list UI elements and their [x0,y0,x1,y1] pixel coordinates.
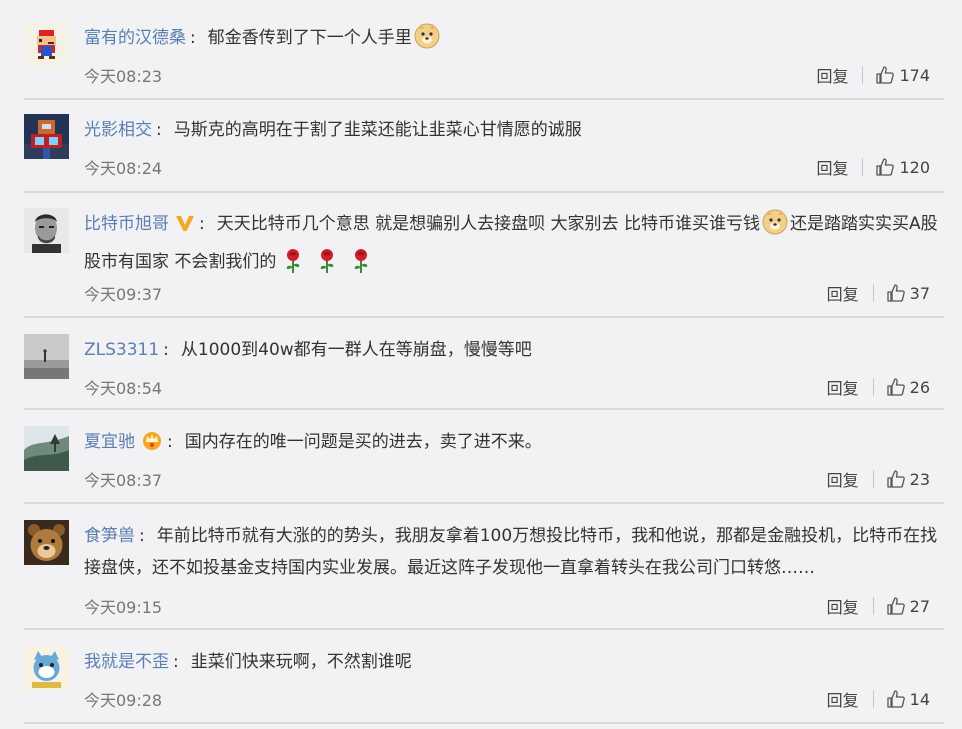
username-link[interactable]: 食笋兽 [84,526,135,546]
foggy-landscape-avatar-icon [24,334,69,379]
username-link[interactable]: 比特币旭哥 [84,214,169,234]
username-link[interactable]: 富有的汉德桑 [84,28,186,48]
thumbs-up-icon [886,689,906,709]
comment-content: 夏宜驰: 国内存在的唯一问题是买的进去，卖了进不来。 [84,426,942,461]
avatar[interactable] [24,646,69,691]
action-divider [872,597,874,615]
comment-content: 我就是不歪: 韭菜们快来玩啊，不然割谁呢 [84,652,412,672]
like-button[interactable]: 120 [875,157,930,177]
comment-text: 国内存在的唯一问题是买的进去，卖了进不来。 [184,432,542,452]
like-button[interactable]: 23 [886,469,930,489]
thumbs-up-icon [886,377,906,397]
like-button[interactable]: 14 [886,689,930,709]
comment-actions: 回复 23 [827,467,930,491]
comment-item: 我就是不歪: 韭菜们快来玩啊，不然割谁呢 今天09:28 回复 14 [0,632,962,724]
comment-item: ZLS3311: 从1000到40w都有一群人在等崩盘，慢慢等吧 今天08:54 … [0,320,962,410]
reply-button[interactable]: 回复 [827,594,859,618]
thumbs-up-icon [886,596,906,616]
doge-emoji-icon [762,209,788,246]
comment-time: 今天08:23 [84,67,163,86]
action-divider [862,66,864,84]
verified-v-icon [175,211,195,243]
like-count: 120 [899,157,930,177]
avatar[interactable] [24,22,69,67]
comment-content: 比特币旭哥: 天天比特币几个意思 就是想骗别人去接盘呗 大家别去 比特币谁买谁亏钱… [84,208,942,285]
rose-emoji-icon [316,248,338,285]
like-count: 23 [909,469,930,489]
robot-avatar-icon [24,114,69,159]
rose-emoji-icon [350,248,372,285]
action-divider [872,690,874,708]
like-button[interactable]: 26 [886,377,930,397]
crown-vip-icon [141,429,163,461]
comment-item: 比特币旭哥: 天天比特币几个意思 就是想骗别人去接盘呗 大家别去 比特币谁买谁亏钱… [0,195,962,318]
like-count: 27 [909,596,930,616]
comment-actions: 回复 37 [827,281,930,305]
avatar[interactable] [24,520,69,565]
thumbs-up-icon [875,157,895,177]
comment-text: 郁金香传到了下一个人手里 [207,28,412,48]
reply-button[interactable]: 回复 [827,687,859,711]
comment-actions: 回复 27 [827,594,930,618]
comment-content: 光影相交: 马斯克的高明在于割了韭菜还能让韭菜心甘情愿的诚服 [84,120,582,140]
username-link[interactable]: 光影相交 [84,120,152,140]
comment-actions: 回复 14 [827,687,930,711]
reply-button[interactable]: 回复 [827,375,859,399]
comment-time: 今天08:24 [84,159,163,178]
like-count: 26 [909,377,930,397]
reply-button[interactable]: 回复 [816,63,848,87]
portrait-avatar-icon [24,208,69,253]
bear-avatar-icon [24,520,69,565]
comment-time: 今天08:54 [84,379,163,398]
like-button[interactable]: 37 [886,283,930,303]
avatar[interactable] [24,334,69,379]
cartoon-cat-avatar-icon [24,646,69,691]
comment-time: 今天09:15 [84,598,163,617]
doge-emoji-icon [414,23,440,60]
comment-actions: 回复 120 [816,155,930,179]
comment-content: 富有的汉德桑: 郁金香传到了下一个人手里 [84,22,942,60]
comment-text: 从1000到40w都有一群人在等崩盘，慢慢等吧 [180,340,532,360]
thumbs-up-icon [886,283,906,303]
comment-item: 夏宜驰: 国内存在的唯一问题是买的进去，卖了进不来。 今天08:37 回复 23 [0,412,962,504]
username-link[interactable]: ZLS3311 [84,340,159,360]
mario-avatar-icon [24,22,69,67]
like-button[interactable]: 27 [886,596,930,616]
comment-text: 天天比特币几个意思 就是想骗别人去接盘呗 大家别去 比特币谁买谁亏钱 [216,214,760,234]
username-link[interactable]: 夏宜驰 [84,432,135,452]
reply-button[interactable]: 回复 [816,155,848,179]
like-count: 174 [899,65,930,85]
comment-time: 今天09:37 [84,285,163,304]
comment-time: 今天09:28 [84,691,163,710]
action-divider [862,158,864,176]
like-button[interactable]: 174 [875,65,930,85]
action-divider [872,284,874,302]
thumbs-up-icon [875,65,895,85]
like-count: 37 [909,283,930,303]
comment-content: 食笋兽: 年前比特币就有大涨的的势头，我朋友拿着100万想投比特币，我和他说，那都… [84,526,938,578]
action-divider [872,470,874,488]
action-divider [872,378,874,396]
comment-content: ZLS3311: 从1000到40w都有一群人在等崩盘，慢慢等吧 [84,340,532,360]
avatar[interactable] [24,114,69,159]
comment-item: 光影相交: 马斯克的高明在于割了韭菜还能让韭菜心甘情愿的诚服 今天08:24 回复… [0,102,962,193]
thumbs-up-icon [886,469,906,489]
comment-text: 韭菜们快来玩啊，不然割谁呢 [190,652,412,672]
comment-actions: 回复 174 [816,63,930,87]
forest-avatar-icon [24,426,69,471]
comment-item: 富有的汉德桑: 郁金香传到了下一个人手里 今天08:23 回复 174 [0,18,962,100]
comment-list: 富有的汉德桑: 郁金香传到了下一个人手里 今天08:23 回复 174 光影相交… [0,0,962,729]
reply-button[interactable]: 回复 [827,467,859,491]
comment-text: 马斯克的高明在于割了韭菜还能让韭菜心甘情愿的诚服 [173,120,582,140]
avatar[interactable] [24,208,69,253]
comment-time: 今天08:37 [84,471,163,490]
comment-item: 食笋兽: 年前比特币就有大涨的的势头，我朋友拿着100万想投比特币，我和他说，那都… [0,506,962,630]
username-link[interactable]: 我就是不歪 [84,652,169,672]
reply-button[interactable]: 回复 [827,281,859,305]
avatar[interactable] [24,426,69,471]
rose-emoji-icon [282,248,304,285]
comment-text: 年前比特币就有大涨的的势头，我朋友拿着100万想投比特币，我和他说，那都是金融投… [84,526,938,578]
like-count: 14 [909,689,930,709]
comment-actions: 回复 26 [827,375,930,399]
